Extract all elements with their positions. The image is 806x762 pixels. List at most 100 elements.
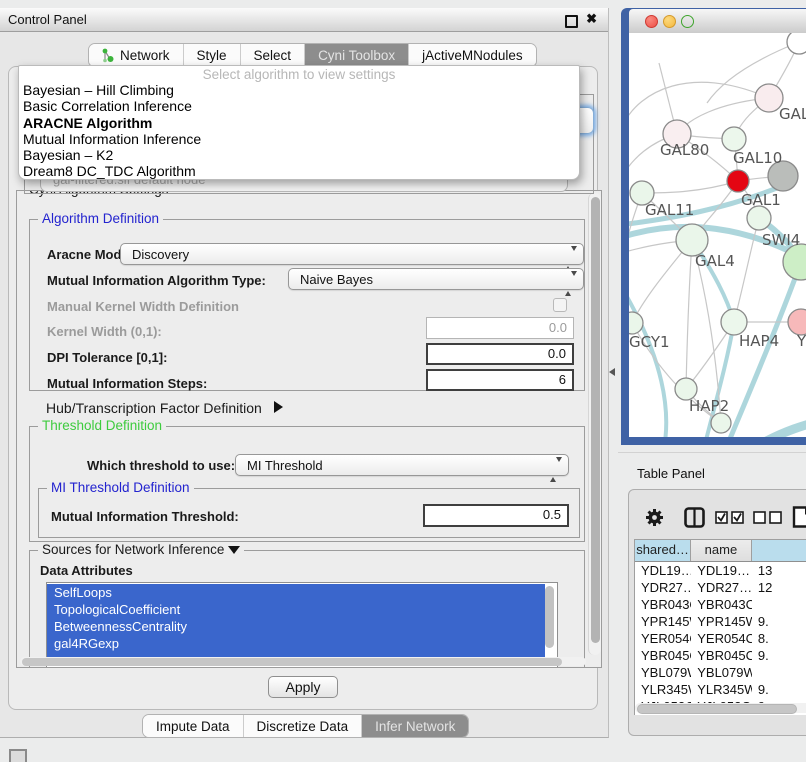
close-light[interactable] xyxy=(645,15,658,28)
collapse-down-icon[interactable] xyxy=(228,546,240,554)
table-row[interactable]: YBR043CYBR043C xyxy=(635,596,806,613)
algorithm-definition-title: Algorithm Definition xyxy=(38,211,163,226)
split-columns-icon[interactable] xyxy=(684,507,705,528)
control-panel-titlebar[interactable]: Control Panel ✖ xyxy=(0,8,608,32)
settings-hscrollbar[interactable] xyxy=(20,657,586,666)
column-header-shared-[interactable]: shared… xyxy=(635,540,691,561)
node-attribute-table: shared…name YDL19…YDL19…13YDR27…YDR27…12… xyxy=(634,539,806,715)
table-row[interactable]: YER054CYER054C8. xyxy=(635,630,806,647)
attribute-gal4rgexp[interactable]: gal4RGexp xyxy=(47,635,545,652)
table-cell: YBR045C xyxy=(691,647,752,664)
tab-infer-network[interactable]: Infer Network xyxy=(362,715,468,737)
tab-network[interactable]: Network xyxy=(89,44,184,66)
algorithm-dropdown-popup: Select algorithm to view settings Bayesi… xyxy=(18,65,580,180)
dpi-tolerance-field[interactable]: 0.0 xyxy=(426,343,574,365)
settings-vscrollbar-thumb[interactable] xyxy=(591,197,600,643)
node-label-gal10: GAL10 xyxy=(733,149,782,167)
table-cell: YBR045C xyxy=(635,647,691,664)
network-window-titlebar[interactable] xyxy=(629,9,806,34)
attribute-topologicalcoefficient[interactable]: TopologicalCoefficient xyxy=(47,601,545,618)
table-row[interactable]: YPR145WYPR145W9. xyxy=(635,613,806,630)
table-row[interactable]: YDL19…YDL19…13 xyxy=(635,562,806,579)
network-node-gcy1[interactable] xyxy=(629,312,643,334)
table-cell: 8. xyxy=(752,630,806,647)
table-cell: 9. xyxy=(752,647,806,664)
table-cell: YER054C xyxy=(635,630,691,647)
combo-arrows-icon xyxy=(550,459,562,480)
close-icon[interactable]: ✖ xyxy=(586,11,597,27)
tab-impute-data[interactable]: Impute Data xyxy=(143,715,244,737)
mi-type-combo[interactable]: Naive Bayes xyxy=(288,268,584,290)
tab-jactivemnodules[interactable]: jActiveMNodules xyxy=(409,44,536,66)
table-hscrollbar[interactable] xyxy=(635,703,806,713)
mi-threshold-group-title: MI Threshold Definition xyxy=(47,480,194,495)
which-threshold-combo[interactable]: MI Threshold xyxy=(235,454,569,476)
tab-cyni-toolbox[interactable]: Cyni Toolbox xyxy=(305,44,409,66)
minimize-light[interactable] xyxy=(663,15,676,28)
algorithm-popup-list: Bayesian – Hill ClimbingBasic Correlatio… xyxy=(19,82,579,180)
node-label-hap4: HAP4 xyxy=(739,332,779,350)
network-node-gal10[interactable] xyxy=(722,127,746,151)
gear-icon[interactable] xyxy=(645,508,664,527)
table-panel: shared…name YDL19…YDL19…13YDR27…YDR27…12… xyxy=(628,489,806,736)
apply-button[interactable]: Apply xyxy=(268,676,338,698)
mi-steps-label: Mutual Information Steps: xyxy=(47,376,207,391)
table-cell: 13 xyxy=(752,562,806,579)
document-icon[interactable] xyxy=(792,506,806,528)
table-row[interactable]: YBL079WYBL079W xyxy=(635,664,806,681)
table-cell: 12 xyxy=(752,579,806,596)
mi-steps-field[interactable]: 6 xyxy=(426,369,574,391)
network-tab-icon xyxy=(102,48,114,63)
table-cell: 9. xyxy=(752,613,806,630)
settings-vscrollbar[interactable] xyxy=(588,193,601,655)
data-attributes-list[interactable]: SelfLoopsTopologicalCoefficientBetweenne… xyxy=(46,582,558,668)
unchecked-pair-icon[interactable] xyxy=(753,511,783,524)
network-view-window[interactable]: GALGAL80GAL10GAL1GAL11SWI4GAL4GCY1HAP4YH… xyxy=(621,8,806,445)
attributes-scrollbar-thumb[interactable] xyxy=(545,586,554,648)
mi-threshold-field[interactable]: 0.5 xyxy=(423,504,569,527)
sources-group-title[interactable]: Sources for Network Inference xyxy=(38,542,244,557)
algorithm-option-mutual-information-inference[interactable]: Mutual Information Inference xyxy=(19,131,579,147)
control-panel-tabbar: Network Style SelectCyni ToolboxjActiveMNo… xyxy=(88,43,537,67)
table-cell: YER054C xyxy=(691,630,752,647)
tab-label: Discretize Data xyxy=(257,719,349,734)
network-canvas[interactable]: GALGAL80GAL10GAL1GAL11SWI4GAL4GCY1HAP4YH… xyxy=(629,33,806,437)
network-node[interactable] xyxy=(787,33,806,54)
network-node-swi4[interactable] xyxy=(747,206,771,230)
mi-type-label: Mutual Information Algorithm Type: xyxy=(47,273,266,288)
table-row[interactable]: YBR045CYBR045C9. xyxy=(635,647,806,664)
checked-pair-icon[interactable] xyxy=(715,511,745,524)
expand-right-icon[interactable] xyxy=(274,401,283,413)
manual-kernel-checkbox[interactable] xyxy=(553,298,567,312)
hub-definition-expander[interactable]: Hub/Transcription Factor Definition xyxy=(46,400,283,418)
tab-label: Style xyxy=(197,48,227,63)
settings-hscrollbar-thumb[interactable] xyxy=(22,658,562,666)
algorithm-option-bayesian-k2[interactable]: Bayesian – K2 xyxy=(19,147,579,163)
node-label-gcy1: GCY1 xyxy=(629,333,670,351)
algorithm-option-dream8-dc-tdc-algorithm[interactable]: Dream8 DC_TDC Algorithm xyxy=(19,163,579,179)
splitter-collapse-icon[interactable] xyxy=(609,368,615,376)
column-header-name[interactable]: name xyxy=(691,540,752,561)
tab-select[interactable]: Select xyxy=(241,44,306,66)
table-hscrollbar-thumb[interactable] xyxy=(637,704,797,714)
table-cell: YDL19… xyxy=(691,562,752,579)
attribute-selfloops[interactable]: SelfLoops xyxy=(47,584,545,601)
which-threshold-value: MI Threshold xyxy=(247,458,323,473)
float-window-icon[interactable] xyxy=(565,15,578,28)
zoom-light[interactable] xyxy=(681,15,694,28)
algorithm-option-basic-correlation-inference[interactable]: Basic Correlation Inference xyxy=(19,98,579,114)
tab-style[interactable]: Style xyxy=(184,44,241,66)
threshold-definition-title: Threshold Definition xyxy=(38,418,166,433)
table-row[interactable]: YDR27…YDR27…12 xyxy=(635,579,806,596)
attribute-betweennesscentrality[interactable]: BetweennessCentrality xyxy=(47,618,545,635)
algorithm-option-bayesian-hill-climbing[interactable]: Bayesian – Hill Climbing xyxy=(19,82,579,98)
minimized-panel-icon[interactable] xyxy=(9,749,27,762)
aracne-mode-combo[interactable]: Discovery xyxy=(120,243,584,265)
kernel-width-field[interactable]: 0.0 xyxy=(426,317,574,339)
algorithm-option-aracne-algorithm[interactable]: ARACNE Algorithm xyxy=(19,115,579,131)
network-node-gal1[interactable] xyxy=(727,170,749,192)
table-row[interactable]: YLR345WYLR345W9. xyxy=(635,681,806,698)
network-node[interactable] xyxy=(711,413,731,433)
column-header-2[interactable] xyxy=(752,540,806,561)
tab-discretize-data[interactable]: Discretize Data xyxy=(244,715,363,737)
